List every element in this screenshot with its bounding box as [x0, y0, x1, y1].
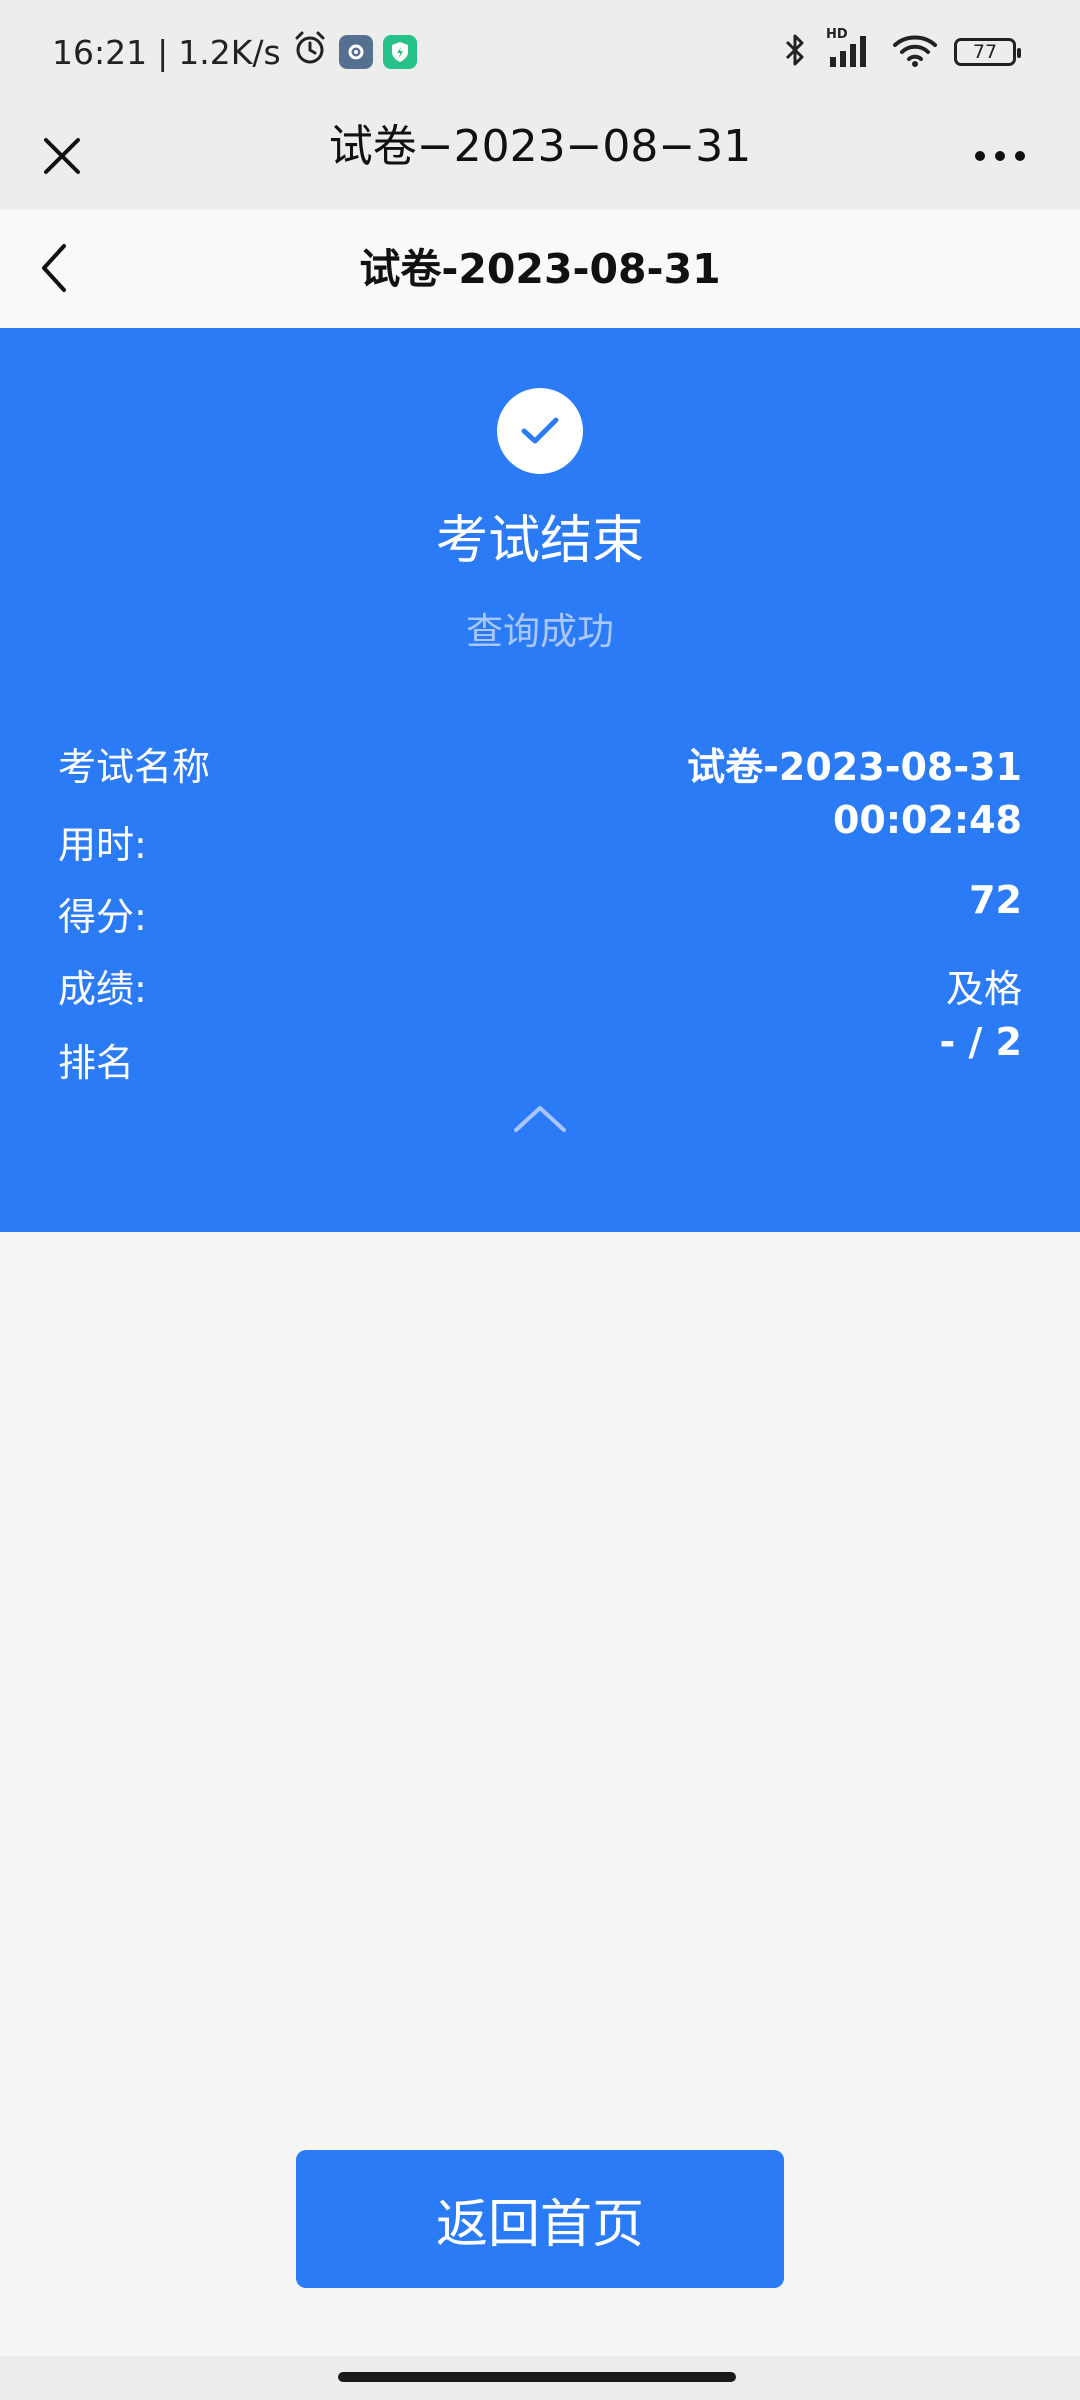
wifi-icon [892, 31, 938, 73]
signal-hd-label: HD [826, 27, 848, 42]
home-indicator[interactable] [338, 2372, 736, 2382]
info-value: 00:02:48 [832, 798, 1022, 842]
bluetooth-icon [782, 31, 808, 73]
page-header: 试卷-2023-08-31 [0, 210, 1080, 328]
chevron-up-icon[interactable] [510, 1098, 570, 1138]
battery-level: 77 [972, 41, 998, 63]
shield-app-icon [382, 35, 417, 69]
result-subtitle: 查询成功 [466, 610, 614, 653]
info-row-exam-name: 考试名称 试卷-2023-08-31 [58, 736, 1022, 792]
info-value: 72 [969, 878, 1022, 922]
page-title: 试卷-2023-08-31 [359, 245, 721, 293]
alarm-icon [291, 29, 329, 75]
more-icon[interactable] [960, 124, 1040, 188]
status-separator: | [157, 32, 169, 72]
status-left: 16:21 | 1.2K/s [52, 28, 417, 76]
signal-icon: HD [824, 27, 876, 73]
check-icon [497, 388, 583, 474]
status-time: 16:21 [52, 32, 148, 72]
wechat-title-bar: 试卷−2023−08−31 [0, 104, 1080, 210]
status-right: HD 77 [782, 27, 1021, 76]
info-value: 及格 [945, 967, 1022, 1011]
network-speed: 1.2K/s [178, 32, 281, 72]
battery-icon: 77 [954, 38, 1021, 66]
info-label: 考试名称 [58, 745, 211, 789]
result-panel: 考试结束 查询成功 考试名称 试卷-2023-08-31 用时: 00:02:4… [0, 328, 1080, 1232]
info-label: 得分: [58, 895, 147, 939]
result-title: 考试结束 [435, 511, 644, 571]
status-bar: 16:21 | 1.2K/s HD 77 [0, 0, 1080, 104]
info-label: 成绩: [58, 967, 147, 1011]
info-value: 试卷-2023-08-31 [687, 745, 1022, 789]
info-label: 用时: [58, 823, 147, 867]
info-value: - / 2 [939, 1020, 1022, 1064]
settings-app-icon [338, 35, 373, 69]
info-row-score: 得分: 72 [58, 878, 1022, 939]
info-row-rank: 排名 - / 2 [58, 1020, 1022, 1085]
info-label: 排名 [58, 1041, 135, 1085]
wechat-page-title: 试卷−2023−08−31 [328, 121, 752, 172]
info-row-grade: 成绩: 及格 [58, 950, 1022, 1011]
info-row-duration: 用时: 00:02:48 [58, 798, 1022, 867]
return-home-button[interactable]: 返回首页 [296, 2150, 784, 2288]
